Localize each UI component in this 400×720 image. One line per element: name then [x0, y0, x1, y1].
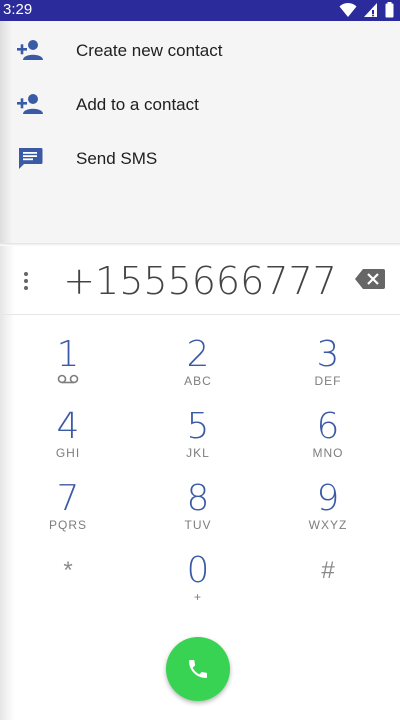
dial-key-0[interactable]: 0 +: [138, 552, 258, 616]
dial-key-7[interactable]: 7 PQRS: [8, 480, 128, 544]
key-letters: PQRS: [48, 518, 87, 532]
key-digit: 1: [56, 334, 80, 375]
action-label: Create new contact: [76, 41, 223, 60]
dial-key-9[interactable]: 9 WXYZ: [268, 480, 388, 544]
dialpad: +1555666777 1 2 ABC 3 DEF 4 GHI 5 JKL 6 …: [0, 246, 400, 720]
more-options-icon[interactable]: [20, 270, 32, 292]
status-icons: [336, 2, 394, 19]
dial-key-5[interactable]: 5 JKL: [138, 408, 258, 472]
key-digit: *: [63, 557, 73, 584]
create-new-contact-item[interactable]: Create new contact: [0, 23, 400, 77]
dial-key-6[interactable]: 6 MNO: [268, 408, 388, 472]
key-letters: DEF: [314, 374, 342, 388]
key-letters: GHI: [55, 446, 81, 460]
key-digit: 5: [186, 406, 210, 447]
key-letters: TUV: [184, 518, 212, 532]
send-sms-item[interactable]: Send SMS: [0, 131, 400, 185]
key-digit: #: [321, 557, 335, 584]
key-digit: 8: [186, 478, 210, 519]
signal-icon: [363, 3, 377, 17]
dial-key-4[interactable]: 4 GHI: [8, 408, 128, 472]
key-digit: 3: [316, 334, 340, 375]
call-button[interactable]: [166, 637, 230, 701]
dial-key-pound[interactable]: #: [268, 552, 388, 616]
dial-key-1[interactable]: 1: [8, 336, 128, 400]
key-digit: 4: [56, 406, 80, 447]
key-letters: +: [193, 590, 202, 604]
voicemail-icon: [57, 374, 79, 384]
key-letters: WXYZ: [308, 518, 348, 532]
divider: [0, 314, 400, 315]
key-digit: 0: [186, 550, 210, 591]
action-label: Add to a contact: [76, 95, 199, 114]
phone-icon: [189, 660, 207, 678]
person-add-icon: [17, 40, 43, 60]
dial-key-star[interactable]: *: [8, 552, 128, 616]
dial-key-3[interactable]: 3 DEF: [268, 336, 388, 400]
action-label: Send SMS: [76, 149, 158, 168]
status-time: 3:29: [3, 1, 33, 18]
person-add-icon: [17, 94, 43, 114]
key-letters: JKL: [186, 446, 210, 460]
add-to-contact-item[interactable]: Add to a contact: [0, 77, 400, 131]
wifi-icon: [339, 2, 357, 17]
backspace-icon[interactable]: [355, 269, 385, 289]
key-digit: 2: [186, 334, 210, 375]
dial-key-2[interactable]: 2 ABC: [138, 336, 258, 400]
battery-icon: [385, 2, 394, 18]
key-digit: 6: [316, 406, 340, 447]
key-digit: 7: [56, 478, 80, 519]
dial-key-8[interactable]: 8 TUV: [138, 480, 258, 544]
dialed-number[interactable]: +1555666777: [60, 256, 340, 306]
dialer-actions-list: Create new contact Add to a contact Send…: [0, 21, 400, 243]
key-digit: 9: [316, 478, 340, 519]
key-letters: ABC: [184, 374, 212, 388]
message-icon: [19, 148, 43, 169]
status-bar: 3:29: [0, 0, 400, 21]
key-letters: MNO: [312, 446, 344, 460]
